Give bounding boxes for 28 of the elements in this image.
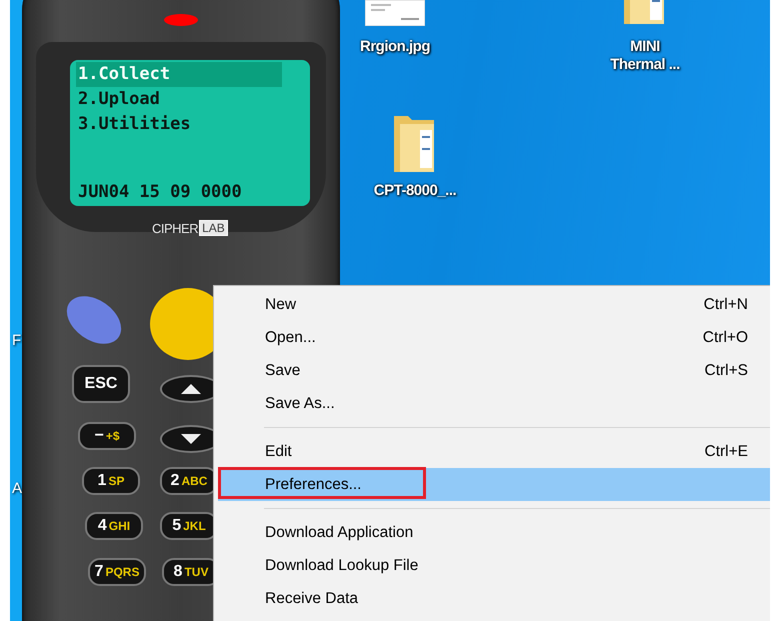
keypad-key[interactable]: −+$ [78,422,136,450]
screen-status: JUN04 15 09 0000 [77,181,243,204]
brand-logo: CIPHER LAB [152,220,228,236]
menu-item[interactable]: Save As... [218,387,770,420]
screen-menu-item[interactable]: 3.Utilities [76,112,282,137]
menu-item[interactable]: New Ctrl+N [218,288,770,321]
menu-item[interactable]: Download Application [218,516,770,549]
icon-label: Thermal ... [610,56,680,74]
keypad-key[interactable]: 4GHI [85,512,143,540]
menu-item[interactable]: Preferences... [218,468,770,501]
menu-item[interactable]: Save Ctrl+S [218,354,770,387]
image-file-icon [365,0,425,26]
screen-menu-item[interactable]: 2.Upload [76,87,282,112]
led-light [164,14,198,26]
icon-label: MINI [630,38,660,56]
menu-item[interactable]: Edit Ctrl+E [218,435,770,468]
icon-label: F [12,332,22,349]
keypad-key[interactable]: ESC [72,365,130,403]
menu-item[interactable]: Download Lookup File [218,549,770,582]
menu-item[interactable]: Open... Ctrl+O [218,321,770,354]
keypad-key[interactable]: 1 SP [82,467,140,495]
icon-label: A [12,480,22,497]
keypad-key[interactable]: 7 PQRS [88,558,146,586]
icon-label: CPT-8000_... [374,182,456,200]
icon-label: Rrgion.jpg [360,38,430,56]
down-arrow-icon [181,434,201,444]
menu-item[interactable]: Receive Data [218,582,770,615]
up-arrow-icon [181,384,201,394]
